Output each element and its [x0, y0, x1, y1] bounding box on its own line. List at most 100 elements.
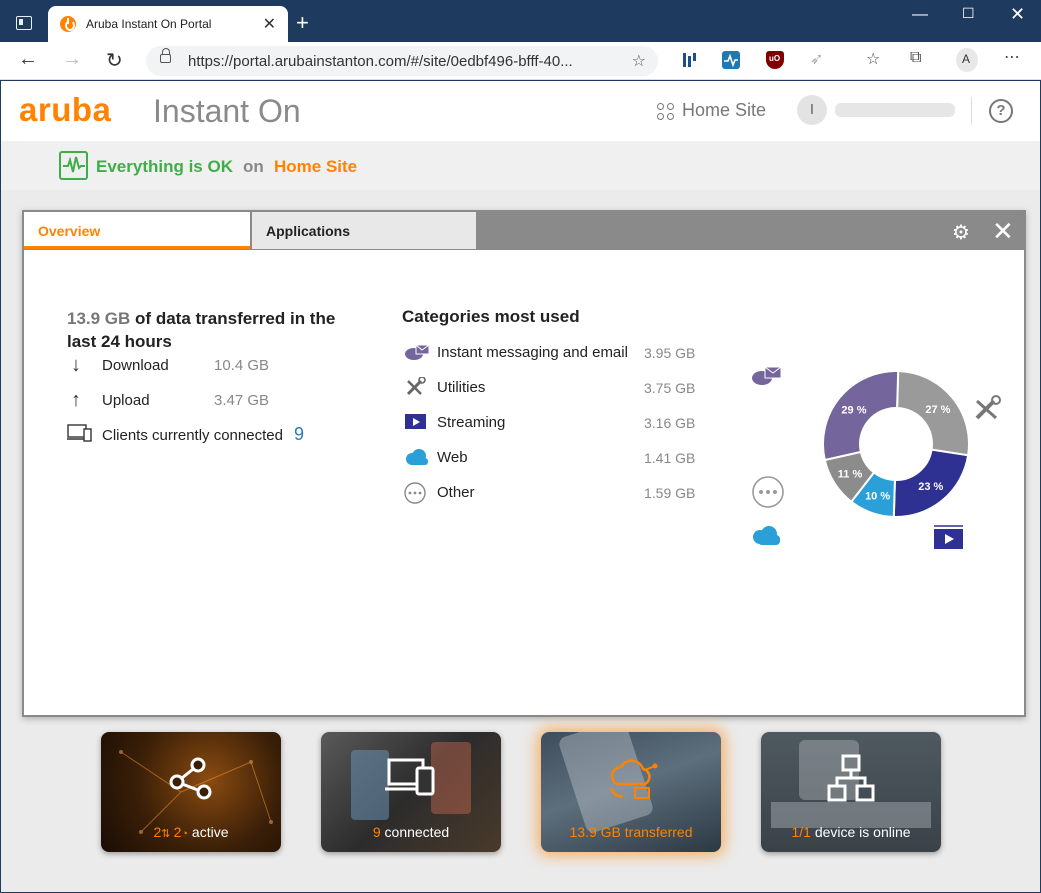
- upload-value: 3.47 GB: [214, 392, 270, 409]
- page-content: aruba Instant On Home Site I ? Everythin…: [1, 81, 1040, 892]
- category-value: 3.16 GB: [644, 415, 696, 431]
- minimize-button[interactable]: —: [912, 6, 928, 24]
- tab-close-icon[interactable]: ✕: [263, 14, 276, 34]
- url-text[interactable]: https://portal.arubainstanton.com/#/site…: [188, 53, 573, 70]
- chat-mail-icon: [752, 366, 782, 385]
- health-pulse-icon: [59, 151, 88, 180]
- category-label: Utilities: [437, 379, 486, 396]
- card-devices-text: 1/1 device is online: [761, 824, 941, 840]
- app-header: aruba Instant On Home Site I ?: [1, 81, 1040, 141]
- category-value: 1.59 GB: [644, 485, 696, 501]
- card-data[interactable]: 13.9 GB transferred: [541, 732, 721, 852]
- more-menu-icon[interactable]: ⋯: [1004, 47, 1020, 67]
- cloud-icon: [753, 526, 780, 545]
- browser-tab[interactable]: Aruba Instant On Portal ✕: [48, 6, 288, 42]
- forward-arrow-icon[interactable]: →: [62, 48, 82, 71]
- card-clients[interactable]: 9 connected: [321, 732, 501, 852]
- site-selector[interactable]: Home Site: [657, 100, 766, 121]
- clients-count: 9: [372, 824, 381, 840]
- site-name: Home Site: [682, 100, 767, 120]
- extension-cursor-icon[interactable]: ➶: [810, 49, 823, 69]
- back-arrow-icon[interactable]: ←: [18, 48, 38, 71]
- account-email-redacted[interactable]: [835, 103, 955, 117]
- donut-slice-label: 11 %: [838, 468, 863, 480]
- data-amount: 13.9 GB: [569, 824, 621, 840]
- category-label: Streaming: [437, 414, 506, 431]
- instant-on-logo: Instant On: [153, 93, 301, 129]
- topology-icon: [761, 754, 941, 804]
- cloud-transfer-icon: [541, 754, 721, 804]
- active-label: active: [191, 824, 229, 840]
- card-devices[interactable]: 1/1 device is online: [761, 732, 941, 852]
- upload-arrow-icon: ↑: [71, 389, 81, 411]
- upload-label: Upload: [102, 392, 150, 409]
- download-arrow-icon: ↓: [71, 354, 81, 376]
- profile-icon[interactable]: A: [956, 48, 978, 72]
- category-value: 3.75 GB: [644, 380, 696, 396]
- maximize-button[interactable]: ☐: [962, 5, 975, 22]
- chat-mail-icon: [404, 342, 430, 362]
- donut-slice-label: 27 %: [925, 404, 950, 416]
- card-network-text: 2⇅ 2◔ active: [101, 824, 281, 840]
- category-value: 1.41 GB: [644, 450, 696, 466]
- aruba-favicon-icon: [60, 16, 76, 32]
- wifi-icon: ◔: [181, 828, 189, 840]
- category-row: Web 1.41 GB: [402, 447, 702, 471]
- browser-titlebar: Aruba Instant On Portal ✕ + — ☐ ✕: [0, 0, 1041, 42]
- more-icon: [404, 482, 428, 504]
- collections-icon[interactable]: ⧉: [910, 49, 921, 67]
- extension-pulse-icon[interactable]: [722, 51, 740, 69]
- category-label: Instant messaging and email: [437, 344, 628, 361]
- card-network[interactable]: 2⇅ 2◔ active: [101, 732, 281, 852]
- help-icon[interactable]: ?: [989, 99, 1013, 123]
- extension-bars-icon[interactable]: [680, 51, 698, 69]
- tools-icon: [975, 395, 1001, 420]
- category-value: 3.95 GB: [644, 345, 696, 361]
- clients-value[interactable]: 9: [294, 424, 304, 445]
- status-on-text: on: [243, 157, 264, 176]
- transferred-label: transferred: [624, 824, 693, 840]
- card-clients-text: 9 connected: [321, 824, 501, 840]
- donut-slice-label: 29 %: [841, 404, 866, 416]
- devices-icon: [321, 754, 501, 804]
- donut-slice-label: 23 %: [918, 481, 943, 493]
- status-site-link[interactable]: Home Site: [274, 157, 357, 177]
- status-text: Everything is OK: [96, 157, 233, 176]
- ublock-shield-icon[interactable]: uO: [766, 51, 784, 69]
- category-label: Web: [437, 449, 468, 466]
- aruba-logo[interactable]: aruba: [19, 91, 111, 129]
- category-label: Other: [437, 484, 475, 501]
- category-row: Utilities 3.75 GB: [402, 376, 702, 401]
- download-label: Download: [102, 357, 169, 374]
- add-favorite-icon[interactable]: ☆: [632, 51, 646, 71]
- video-icon: [934, 525, 963, 549]
- browser-toolbar: ← → ↻ https://portal.arubainstanton.com/…: [0, 42, 1041, 80]
- total-data-value: 13.9 GB: [67, 309, 131, 328]
- close-icon[interactable]: ✕: [992, 216, 1014, 247]
- favorites-icon[interactable]: ☆: [866, 49, 880, 69]
- clients-label: Clients currently connected: [102, 427, 283, 444]
- status-bar: Everything is OK on Home Site: [1, 141, 1040, 190]
- device-count: 1/1: [791, 824, 811, 840]
- lock-icon: [160, 48, 171, 63]
- category-row: Streaming 3.16 GB: [402, 412, 702, 436]
- new-tab-button[interactable]: +: [296, 10, 309, 36]
- sites-grid-icon: [657, 103, 675, 121]
- tab-overview[interactable]: Overview: [24, 212, 250, 249]
- categories-title: Categories most used: [402, 307, 580, 326]
- download-value: 10.4 GB: [214, 357, 270, 374]
- panel-tabbar: Overview Applications ⚙ ✕: [24, 212, 1024, 250]
- card-data-text: 13.9 GB transferred: [541, 824, 721, 840]
- window-close-button[interactable]: ✕: [1010, 4, 1025, 25]
- video-icon: [404, 412, 428, 432]
- refresh-icon[interactable]: ↻: [106, 48, 123, 73]
- more-icon: [752, 476, 784, 508]
- avatar[interactable]: I: [797, 95, 827, 125]
- data-summary: 13.9 GB of data transferred in the last …: [67, 307, 367, 353]
- tab-applications[interactable]: Applications: [252, 212, 476, 249]
- gear-icon[interactable]: ⚙: [952, 220, 970, 245]
- donut-slice-label: 10 %: [865, 490, 890, 502]
- address-bar[interactable]: https://portal.arubainstanton.com/#/site…: [146, 46, 658, 76]
- overview-panel: Overview Applications ⚙ ✕ 13.9 GB of dat…: [22, 210, 1026, 717]
- window-menu-icon[interactable]: [16, 16, 32, 30]
